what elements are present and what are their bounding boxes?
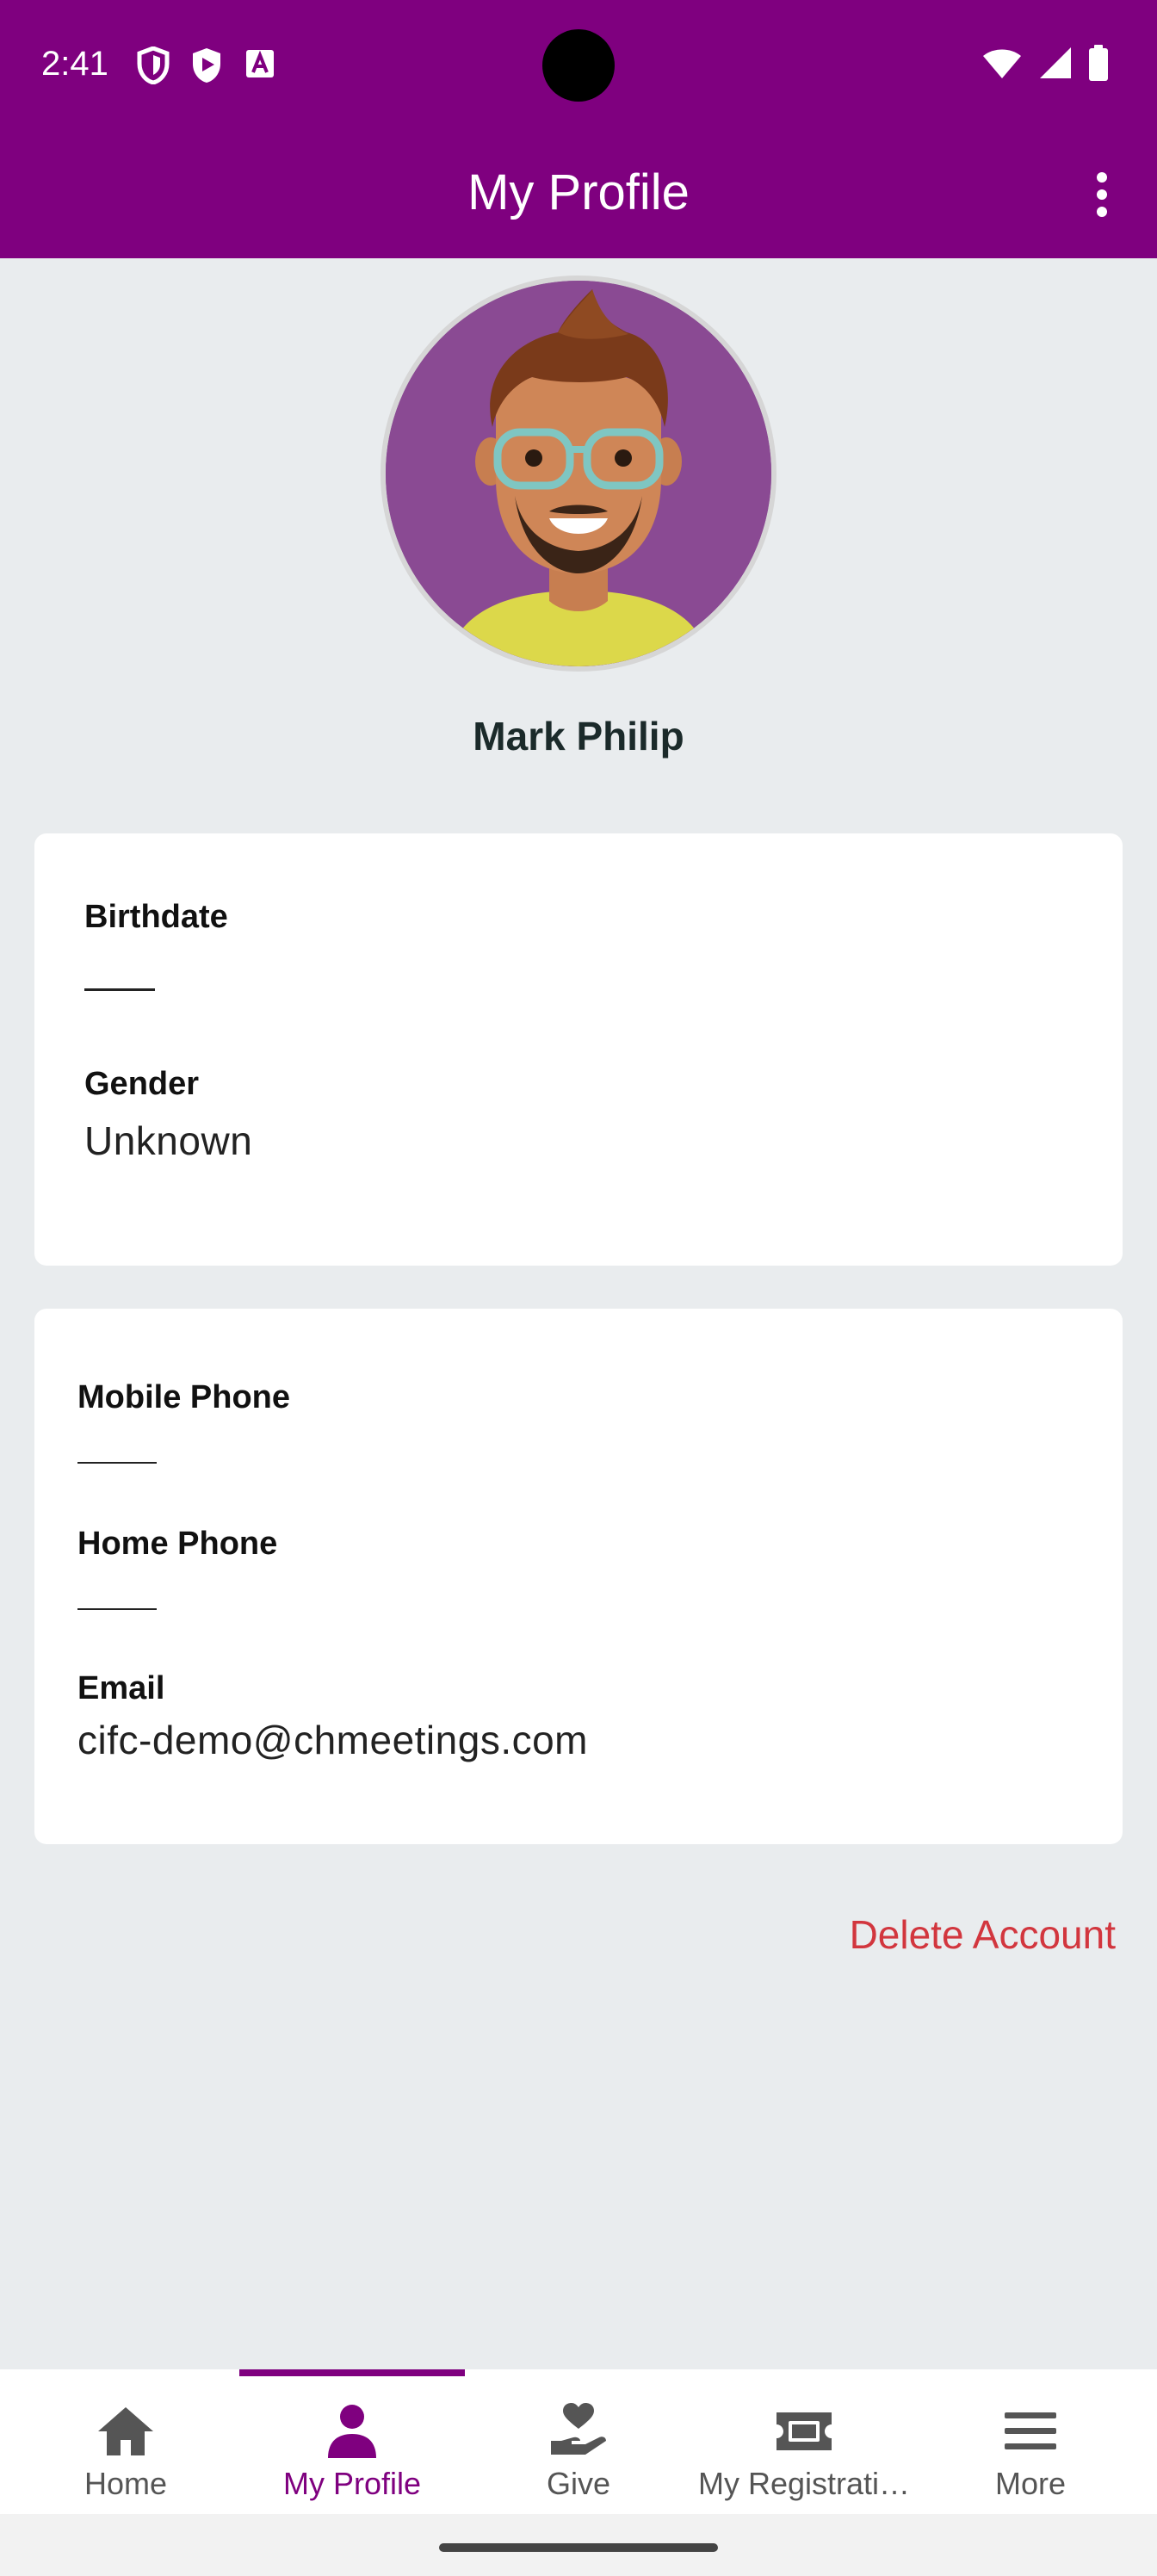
birthdate-empty-line xyxy=(84,988,155,991)
profile-name: Mark Philip xyxy=(473,714,684,759)
nav-item-home[interactable]: Home xyxy=(14,2369,238,2514)
status-icons-left xyxy=(136,46,277,89)
nav-label-my-registrations: My Registrati… xyxy=(697,2466,911,2501)
nav-label-give: Give xyxy=(546,2466,611,2501)
signal-icon xyxy=(1038,46,1073,84)
give-hand-heart-icon xyxy=(548,2400,609,2462)
mobile-phone-empty-line xyxy=(77,1462,157,1464)
contact-info-card: Mobile Phone Home Phone Email cifc-demo@… xyxy=(34,1309,1123,1844)
birthdate-label: Birthdate xyxy=(84,899,228,935)
gender-label: Gender xyxy=(84,1066,200,1102)
page-title: My Profile xyxy=(467,164,690,220)
app-bar: My Profile xyxy=(0,129,1157,258)
home-phone-label: Home Phone xyxy=(77,1526,278,1562)
nav-label-my-profile: My Profile xyxy=(282,2466,422,2501)
shield-icon xyxy=(136,46,170,89)
person-icon xyxy=(325,2400,380,2462)
nav-label-home: Home xyxy=(84,2466,168,2501)
home-icon xyxy=(95,2400,157,2462)
ticket-icon xyxy=(773,2400,835,2462)
email-label: Email xyxy=(77,1670,165,1706)
delete-account-button[interactable]: Delete Account xyxy=(850,1911,1116,1958)
wifi-icon xyxy=(981,46,1023,84)
nav-item-my-registrations[interactable]: My Registrati… xyxy=(692,2369,916,2514)
more-vert-icon[interactable] xyxy=(1078,167,1126,222)
gender-value: Unknown xyxy=(84,1118,253,1163)
nav-item-my-profile[interactable]: My Profile xyxy=(239,2369,465,2514)
status-icons-right xyxy=(981,45,1109,85)
avatar[interactable] xyxy=(381,276,776,672)
camera-cutout xyxy=(542,29,615,102)
status-bar: 2:41 xyxy=(0,0,1157,129)
home-phone-empty-line xyxy=(77,1608,157,1610)
font-a-icon xyxy=(243,46,277,89)
nav-label-more: More xyxy=(994,2466,1067,2501)
gesture-handle[interactable] xyxy=(439,2543,718,2552)
email-value[interactable]: cifc-demo@chmeetings.com xyxy=(77,1717,588,1763)
mobile-phone-label: Mobile Phone xyxy=(77,1379,290,1415)
status-time: 2:41 xyxy=(41,45,108,83)
gesture-bar xyxy=(0,2514,1157,2576)
bottom-navigation: Home My Profile Give My Registrati… More xyxy=(0,2369,1157,2514)
personal-info-card: Birthdate Gender Unknown xyxy=(34,833,1123,1266)
play-shield-icon xyxy=(189,46,224,89)
battery-icon xyxy=(1088,45,1109,85)
nav-item-give[interactable]: Give xyxy=(467,2369,690,2514)
menu-icon xyxy=(1003,2400,1058,2462)
nav-item-more[interactable]: More xyxy=(918,2369,1143,2514)
